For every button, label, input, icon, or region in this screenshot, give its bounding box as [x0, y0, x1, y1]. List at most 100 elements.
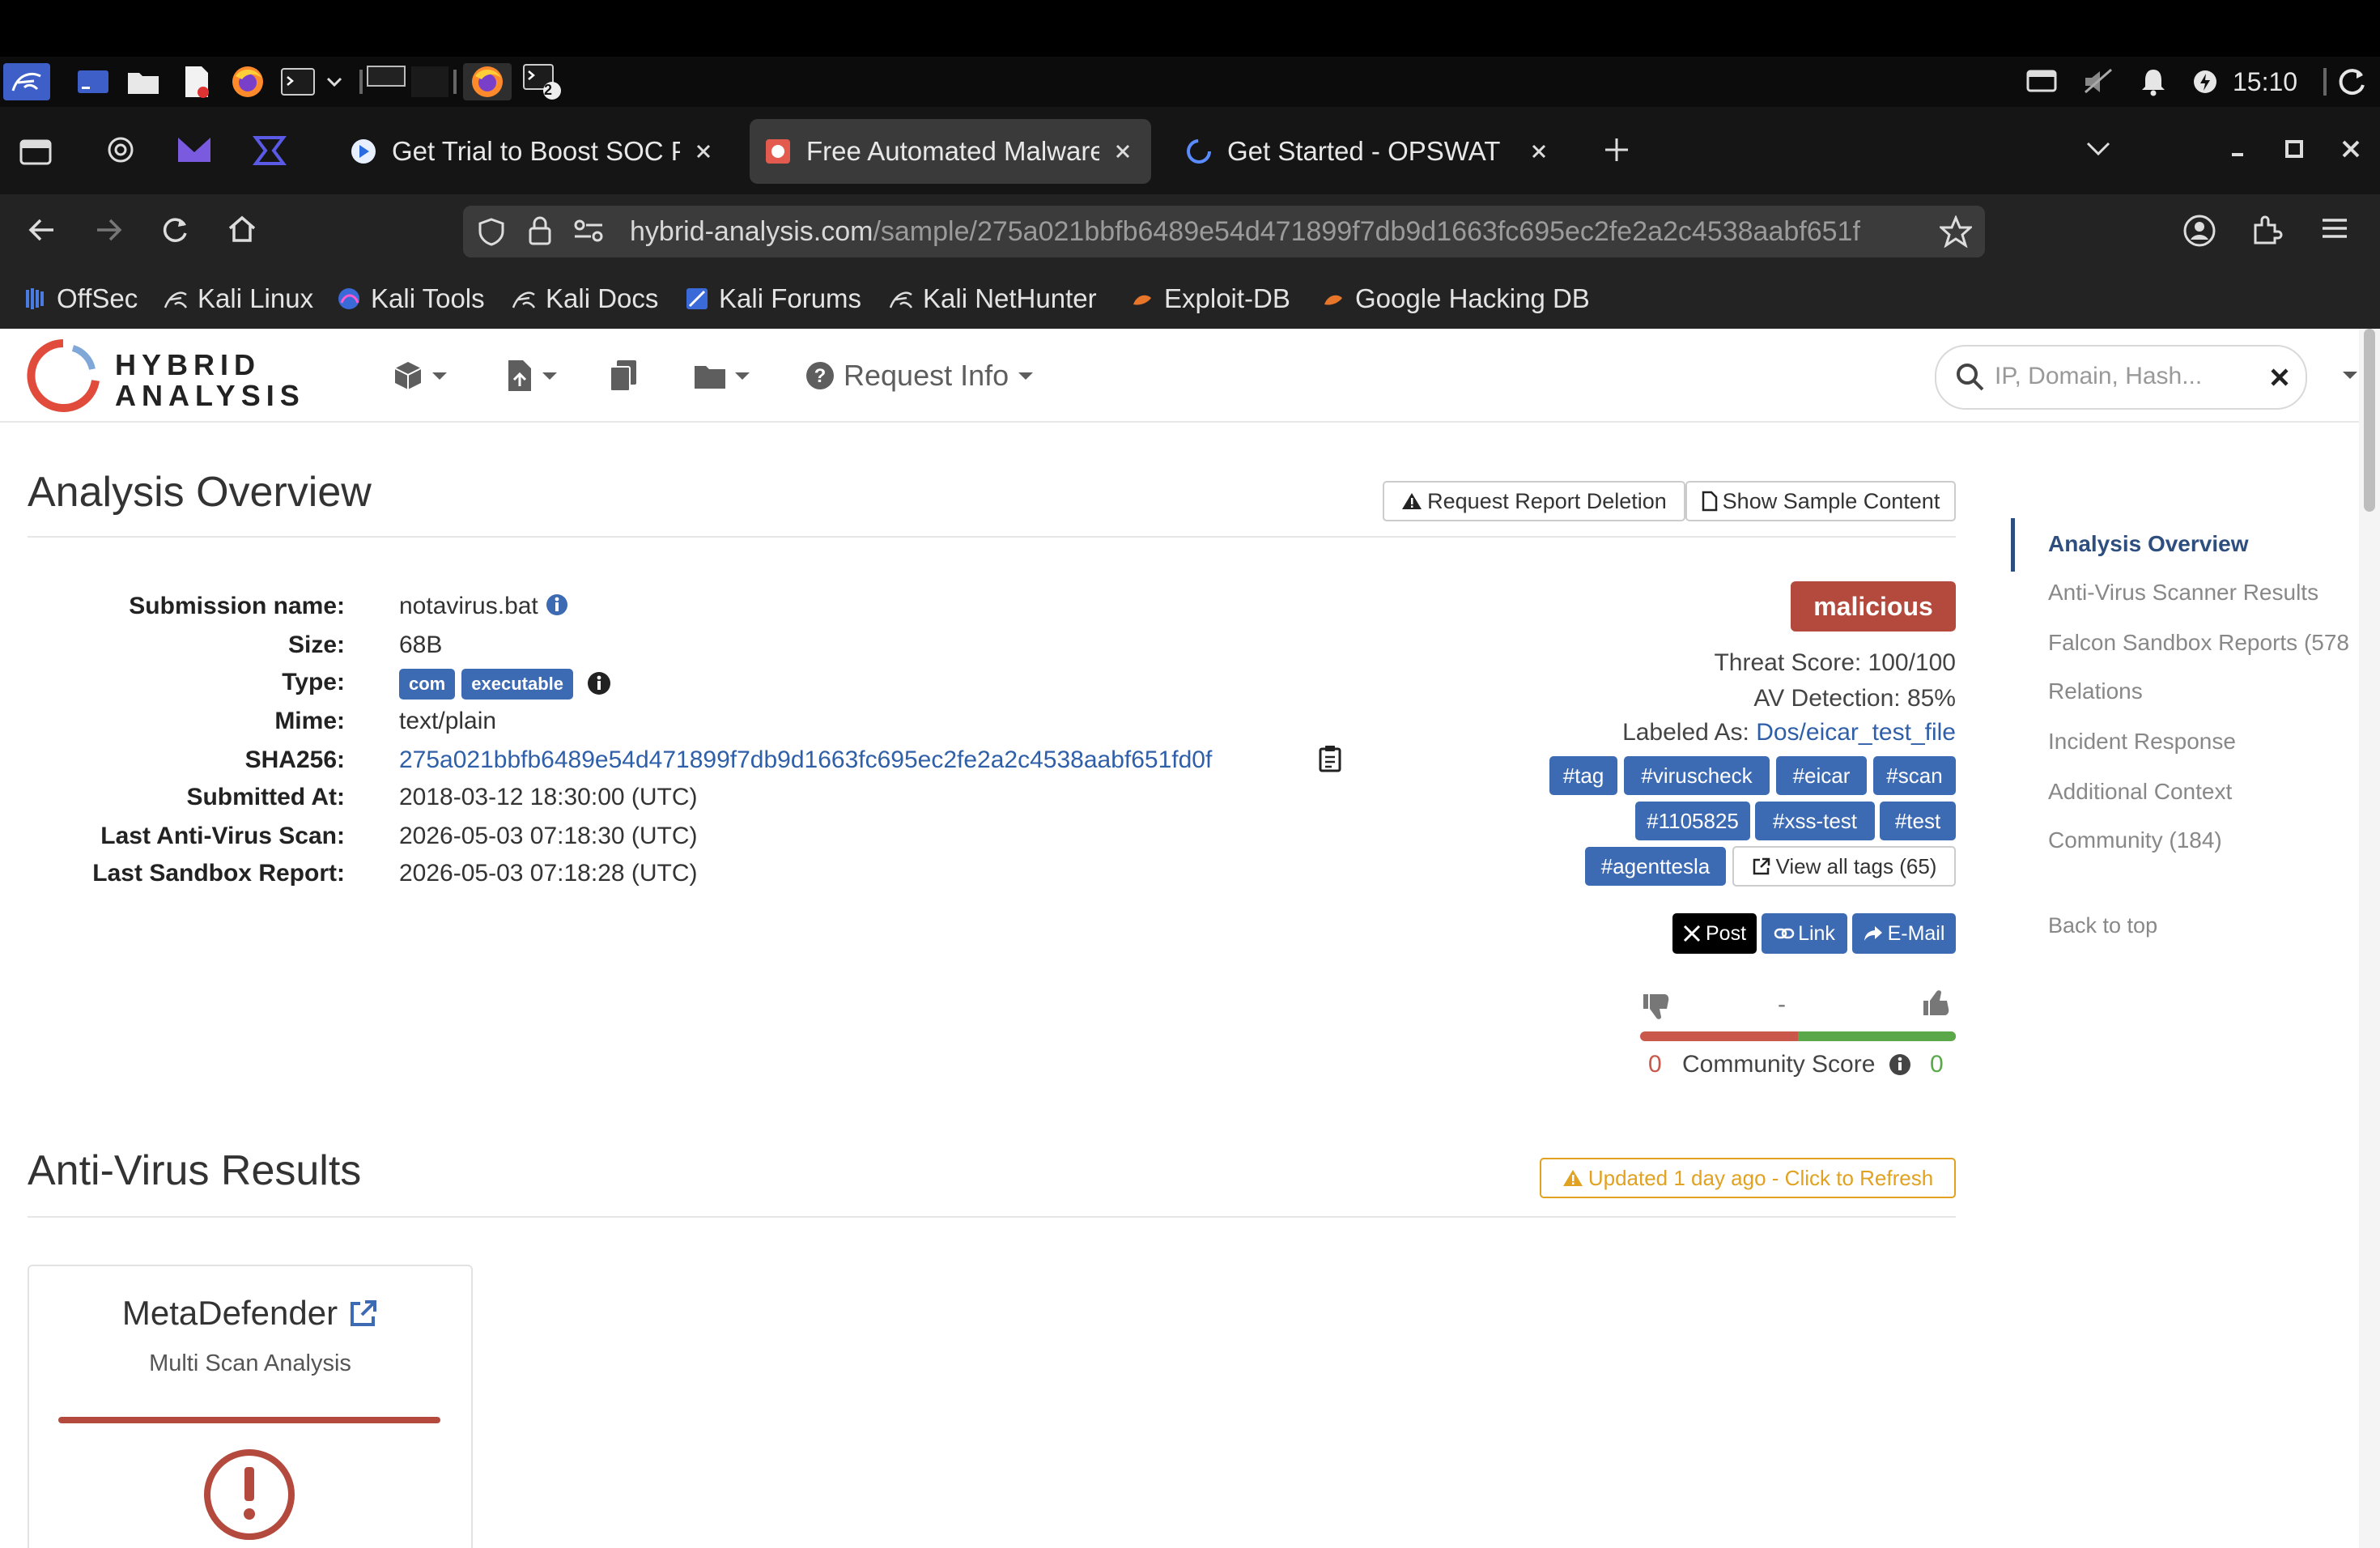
maximize-window-icon[interactable] — [2284, 139, 2309, 164]
notifications-bell-icon[interactable] — [2137, 63, 2170, 100]
hybrid-analysis-logo[interactable]: HYBRID ANALYSIS — [24, 338, 348, 413]
account-icon[interactable] — [2182, 214, 2218, 249]
tag-pill[interactable]: #viruscheck — [1624, 756, 1770, 795]
terminal-launcher-icon[interactable] — [278, 63, 317, 100]
show-desktop-icon[interactable] — [74, 63, 112, 100]
bookmark-kali-docs[interactable]: Kali Docs — [512, 279, 658, 319]
bookmark-kali-nethunter[interactable]: Kali NetHunter — [889, 279, 1097, 319]
new-tab-plus-icon[interactable] — [1603, 136, 1635, 168]
request-info-menu-button[interactable]: ? Request Info — [805, 358, 1048, 393]
lock-icon[interactable] — [528, 215, 557, 248]
search-box[interactable] — [1935, 345, 2307, 410]
tag-pill[interactable]: #test — [1880, 802, 1956, 840]
bookmark-offsec[interactable]: OffSec — [23, 279, 138, 319]
tag-pill[interactable]: #eicar — [1776, 756, 1867, 795]
scrollbar-thumb[interactable] — [2364, 329, 2375, 512]
address-bar[interactable]: hybrid-analysis.com/sample/275a021bbfb64… — [463, 206, 1985, 257]
terminal-window-button[interactable]: 2 — [516, 63, 565, 100]
info-circle-icon[interactable] — [545, 593, 569, 617]
firefox-view-icon[interactable] — [18, 134, 57, 167]
home-icon[interactable] — [227, 214, 261, 248]
share-x-post-button[interactable]: Post — [1672, 913, 1757, 954]
caret-down-icon[interactable] — [2341, 369, 2359, 381]
refresh-session-icon[interactable] — [2331, 63, 2372, 100]
bookmark-exploit-db[interactable]: Exploit-DB — [1130, 279, 1290, 319]
type-value: com executable — [399, 669, 612, 700]
screen-icon[interactable] — [2024, 63, 2059, 100]
reports-button[interactable] — [609, 358, 644, 393]
tab-hybrid-analysis[interactable]: Free Automated Malware — [750, 119, 1151, 184]
firefox-launcher-icon[interactable] — [228, 63, 267, 100]
close-tab-icon[interactable] — [1111, 139, 1135, 164]
sidenav-community[interactable]: Community (184) — [2048, 827, 2222, 853]
info-circle-icon[interactable] — [1888, 1053, 1912, 1077]
tab-opswat[interactable]: Get Started - OPSWAT — [1171, 119, 1567, 184]
tab-trial-soc[interactable]: Get Trial to Boost SOC Pe — [335, 119, 732, 184]
extensions-puzzle-icon[interactable] — [2250, 214, 2286, 249]
close-tab-icon[interactable] — [691, 139, 716, 164]
firefox-window-button[interactable] — [463, 63, 512, 100]
sandbox-menu-button[interactable] — [392, 358, 457, 393]
collections-menu-button[interactable] — [693, 358, 761, 393]
caret-down-icon — [735, 372, 750, 380]
tag-pill[interactable]: #scan — [1873, 756, 1956, 795]
bookmark-google-hacking-db[interactable]: Google Hacking DB — [1321, 279, 1590, 319]
site-permissions-icon[interactable] — [573, 219, 606, 246]
forward-arrow-icon[interactable] — [94, 215, 126, 248]
tag-pill[interactable]: #xss-test — [1755, 802, 1875, 840]
clear-search-icon[interactable] — [2270, 368, 2289, 387]
bookmark-star-icon[interactable] — [1940, 215, 1974, 249]
workspace-1[interactable] — [366, 63, 406, 100]
sidenav-falcon-sandbox[interactable]: Falcon Sandbox Reports (578 — [2048, 630, 2349, 656]
tag-pill[interactable]: #1105825 — [1635, 802, 1750, 840]
search-input[interactable] — [1993, 358, 2247, 395]
workspace-2[interactable] — [410, 63, 450, 100]
back-arrow-icon[interactable] — [28, 215, 60, 248]
launcher-dropdown-icon[interactable] — [322, 63, 346, 100]
hamburger-menu-icon[interactable] — [2320, 215, 2352, 248]
proton-mail-pinned-tab-icon[interactable] — [176, 134, 214, 167]
bookmark-kali-forums[interactable]: Kali Forums — [685, 279, 861, 319]
bookmark-kali-linux[interactable]: Kali Linux — [164, 279, 313, 319]
kali-menu-icon[interactable] — [3, 63, 50, 100]
power-status-icon[interactable] — [2189, 63, 2221, 100]
chatgpt-pinned-tab-icon[interactable] — [104, 133, 139, 168]
view-all-tags-button[interactable]: View all tags (65) — [1732, 846, 1956, 887]
reload-icon[interactable] — [160, 215, 193, 248]
taskbar-clock[interactable]: 15:10 — [2233, 65, 2297, 99]
text-editor-icon[interactable] — [178, 63, 215, 100]
share-email-button[interactable]: E-Mail — [1852, 913, 1956, 954]
sidenav-analysis-overview[interactable]: Analysis Overview — [2048, 531, 2248, 557]
thumbs-down-icon[interactable] — [1640, 989, 1672, 1022]
copy-clipboard-icon[interactable] — [1318, 745, 1342, 772]
external-link-icon[interactable] — [349, 1299, 378, 1328]
close-tab-icon[interactable] — [1527, 139, 1551, 164]
sidenav-back-to-top[interactable]: Back to top — [2048, 913, 2157, 938]
info-circle-icon[interactable] — [586, 670, 612, 696]
pinned-tab-icon[interactable] — [253, 134, 288, 167]
minimize-window-icon[interactable] — [2229, 139, 2254, 164]
page-scrollbar[interactable] — [2359, 329, 2380, 1548]
sidenav-relations[interactable]: Relations — [2048, 678, 2143, 704]
list-all-tabs-chevron-icon[interactable] — [2085, 139, 2118, 164]
labeled-as-link[interactable]: Dos/eicar_test_file — [1756, 719, 1956, 746]
submit-file-menu-button[interactable] — [505, 358, 570, 393]
bookmark-kali-tools[interactable]: Kali Tools — [337, 279, 485, 319]
tag-pill[interactable]: #agenttesla — [1585, 847, 1726, 886]
sha256-value[interactable]: 275a021bbfb6489e54d471899f7db9d1663fc695… — [399, 746, 1212, 774]
share-link-button[interactable]: Link — [1762, 913, 1847, 954]
submitted-at-value: 2018-03-12 18:30:00 (UTC) — [399, 784, 698, 810]
close-window-icon[interactable] — [2341, 139, 2365, 164]
thumbs-up-icon[interactable] — [1920, 988, 1953, 1020]
request-report-deletion-button[interactable]: Request Report Deletion — [1383, 481, 1685, 521]
show-sample-content-button[interactable]: Show Sample Content — [1685, 481, 1956, 521]
refresh-av-results-button[interactable]: Updated 1 day ago - Click to Refresh — [1540, 1158, 1956, 1198]
file-manager-icon[interactable] — [125, 63, 162, 100]
volume-muted-icon[interactable] — [2080, 63, 2116, 100]
tracking-protection-shield-icon[interactable] — [478, 217, 508, 248]
sidenav-incident-response[interactable]: Incident Response — [2048, 729, 2236, 755]
url-text[interactable]: hybrid-analysis.com/sample/275a021bbfb64… — [630, 206, 1933, 257]
tag-pill[interactable]: #tag — [1549, 756, 1617, 795]
sidenav-additional-context[interactable]: Additional Context — [2048, 779, 2232, 805]
sidenav-antivirus-results[interactable]: Anti-Virus Scanner Results — [2048, 580, 2318, 606]
